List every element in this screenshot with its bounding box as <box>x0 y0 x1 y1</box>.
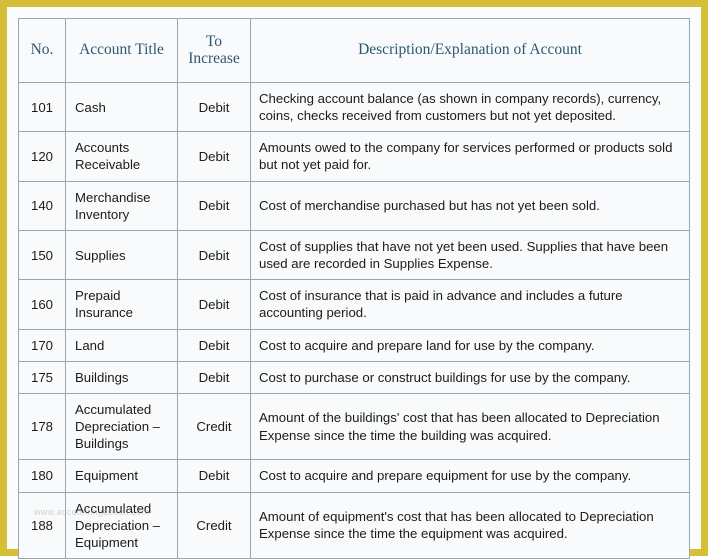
header-cell-no: No. <box>18 18 66 83</box>
cell-description: Cost to acquire and prepare land for use… <box>250 328 690 362</box>
cell-description: Amounts owed to the company for services… <box>250 131 690 182</box>
cell-account-title: Accumulated Depreciation – Buildings <box>65 392 178 461</box>
cell-description: Amount of equipment's cost that has been… <box>250 491 690 559</box>
table-body: 101 Cash Debit Checking account balance (as… <box>18 81 690 559</box>
cell-to-increase: Debit <box>177 81 251 133</box>
cell-account-number: 180 <box>18 459 66 493</box>
cell-description: Cost to purchase or construct buildings … <box>250 360 690 394</box>
cell-to-increase: Debit <box>177 328 251 362</box>
table-row: 180 Equipment Debit Cost to acquire and pre… <box>18 459 690 493</box>
cell-account-title: Supplies <box>65 229 178 281</box>
cell-account-number: 150 <box>18 229 66 281</box>
cell-account-number: 178 <box>18 392 66 461</box>
cell-description: Cost of insurance that is paid in advanc… <box>250 279 690 330</box>
cell-account-title: Land <box>65 328 178 362</box>
table-row: 188 Accumulated Depreciation – Equipment C… <box>18 491 690 559</box>
cell-account-title: Accumulated Depreciation – Equipment <box>65 491 178 559</box>
table-header: No. Account Title To Increase Descriptio… <box>18 18 690 83</box>
cell-description: Cost of supplies that have not yet been … <box>250 229 690 281</box>
cell-account-number: 170 <box>18 328 66 362</box>
gold-border-frame: No. Account Title To Increase Descriptio… <box>0 0 708 559</box>
cell-account-title: Cash <box>65 81 178 133</box>
cell-account-title: Equipment <box>65 459 178 493</box>
cell-to-increase: Debit <box>177 279 251 330</box>
cell-description: Amount of the buildings' cost that has b… <box>250 392 690 461</box>
cell-account-number: 188 <box>18 491 66 559</box>
cell-account-title: Prepaid Insurance <box>65 279 178 330</box>
chart-of-accounts-table: No. Account Title To Increase Descriptio… <box>18 18 690 559</box>
cell-to-increase: Debit <box>177 459 251 493</box>
cell-to-increase: Debit <box>177 229 251 281</box>
header-to-increase-line2: Increase <box>188 50 240 67</box>
table-row: 101 Cash Debit Checking account balance (as… <box>18 81 690 133</box>
cell-to-increase: Credit <box>177 392 251 461</box>
table-row: 160 Prepaid Insurance Debit Cost of insuran… <box>18 279 690 330</box>
cell-to-increase: Debit <box>177 360 251 394</box>
cell-account-number: 160 <box>18 279 66 330</box>
header-cell-account-title: Account Title <box>65 18 178 83</box>
cell-account-title: Accounts Receivable <box>65 131 178 182</box>
header-cell-to-increase: To Increase <box>177 18 251 83</box>
cell-description: Cost to acquire and prepare equipment fo… <box>250 459 690 493</box>
table-row: 150 Supplies Debit Cost of supplies that ha… <box>18 229 690 281</box>
cell-account-number: 120 <box>18 131 66 182</box>
cell-account-number: 175 <box>18 360 66 394</box>
cell-to-increase: Credit <box>177 491 251 559</box>
cell-description: Cost of merchandise purchased but has no… <box>250 180 690 231</box>
table-row: 170 Land Debit Cost to acquire and prepare … <box>18 328 690 362</box>
header-row: No. Account Title To Increase Descriptio… <box>18 18 690 83</box>
cell-account-number: 140 <box>18 180 66 231</box>
table-row: 175 Buildings Debit Cost to purchase or con… <box>18 360 690 394</box>
header-cell-description: Description/Explanation of Account <box>250 18 690 83</box>
table-row: 178 Accumulated Depreciation – Buildings C… <box>18 392 690 461</box>
cell-to-increase: Debit <box>177 180 251 231</box>
cell-account-number: 101 <box>18 81 66 133</box>
table-row: 140 Merchandise Inventory Debit Cost of mer… <box>18 180 690 231</box>
cell-account-title: Merchandise Inventory <box>65 180 178 231</box>
cell-description: Checking account balance (as shown in co… <box>250 81 690 133</box>
page-mat: No. Account Title To Increase Descriptio… <box>7 7 701 559</box>
cell-account-title: Buildings <box>65 360 178 394</box>
table-row: 120 Accounts Receivable Debit Amounts owed … <box>18 131 690 182</box>
cell-to-increase: Debit <box>177 131 251 182</box>
header-to-increase-line1: To <box>205 32 223 50</box>
